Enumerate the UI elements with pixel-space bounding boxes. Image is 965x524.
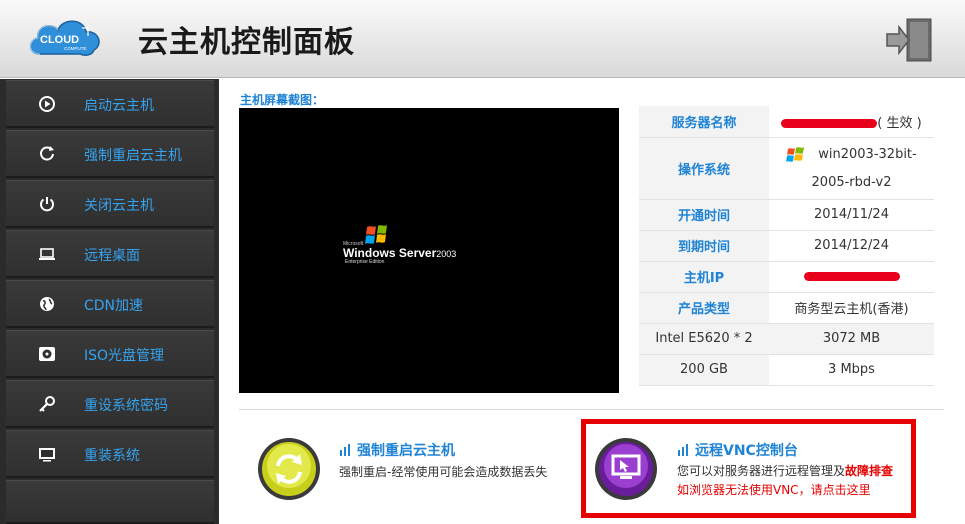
vnc-fallback-link[interactable]: 如浏览器无法使用VNC，请点击这里 — [677, 481, 871, 499]
sidebar-item-remote-desktop[interactable]: 远程桌面 — [6, 230, 214, 278]
server-info-table: 服务器名称 ( 生效 ) 操作系统 win2003-32bit- 2005-rb… — [639, 106, 934, 386]
bars-icon — [340, 444, 350, 456]
host-ip-value — [769, 261, 934, 293]
sidebar-item-shutdown[interactable]: 关闭云主机 — [6, 180, 214, 228]
page-title: 云主机控制面板 — [138, 25, 355, 60]
sidebar-item-label: 重装系统 — [84, 448, 140, 464]
server-name-value: ( 生效 ) — [769, 106, 934, 138]
table-row: 200 GB 3 Mbps — [639, 354, 934, 386]
host-screenshot: Microsoft Windows Server2003 Enterprise … — [239, 108, 619, 393]
redacted-server-name — [781, 118, 878, 128]
globe-icon — [40, 297, 54, 311]
header-bar: CLOUD COMPUTE 云主机控制面板 — [0, 0, 965, 78]
sidebar-item-start[interactable]: 启动云主机 — [6, 80, 214, 128]
bars-icon — [678, 444, 688, 456]
vnc-desc-text: 您可以对服务器进行远程管理及 — [677, 464, 846, 478]
open-time-value: 2014/11/24 — [769, 199, 934, 231]
windows-flag-icon — [365, 225, 387, 244]
table-row: 服务器名称 ( 生效 ) — [639, 106, 934, 138]
sidebar-item-label: 重设系统密码 — [84, 398, 168, 414]
key-icon — [39, 396, 55, 412]
os-value-line1: win2003-32bit- — [818, 147, 917, 162]
brand-main: Windows Server — [343, 246, 437, 260]
table-row: 开通时间 2014/11/24 — [639, 199, 934, 231]
disc-icon — [39, 347, 55, 361]
vnc-console-link[interactable]: 远程VNC控制台 — [677, 440, 798, 460]
table-row: 主机IP — [639, 261, 934, 293]
sidebar-item-label: 远程桌面 — [84, 248, 140, 264]
sidebar-item-cdn[interactable]: CDN加速 — [6, 280, 214, 328]
brand-windows-server: Windows Server2003 — [343, 246, 456, 260]
force-restart-title: 强制重启云主机 — [357, 443, 455, 459]
os-label: 操作系统 — [639, 137, 769, 200]
laptop-icon — [39, 248, 55, 260]
sidebar-item-empty — [6, 480, 214, 524]
cpu-value: Intel E5620 * 2 — [639, 323, 769, 355]
logo-subtext: COMPUTE — [64, 46, 87, 51]
expire-time-label: 到期时间 — [639, 230, 769, 262]
restart-icon — [40, 146, 54, 161]
vnc-console-icon[interactable] — [593, 436, 659, 502]
sidebar-item-label: 强制重启云主机 — [84, 148, 182, 164]
logo-text: CLOUD — [40, 34, 79, 46]
table-row: 到期时间 2014/12/24 — [639, 230, 934, 262]
product-type-label: 产品类型 — [639, 292, 769, 324]
sidebar: 启动云主机 强制重启云主机 关闭云主机 远程桌面 CDN加速 ISO光盘管理 重… — [0, 79, 219, 524]
play-icon — [39, 96, 55, 112]
table-row: Intel E5620 * 2 3072 MB — [639, 323, 934, 355]
section-divider — [239, 409, 944, 410]
troubleshoot-link[interactable]: 故障排查 — [845, 464, 893, 478]
brand-edition: Enterprise Edition — [345, 259, 385, 265]
sidebar-item-label: 关闭云主机 — [84, 198, 154, 214]
sidebar-item-force-restart[interactable]: 强制重启云主机 — [6, 130, 214, 178]
os-value-line2: 2005-rbd-v2 — [811, 175, 892, 190]
server-name-status: ( 生效 ) — [877, 115, 922, 131]
cloud-logo: CLOUD COMPUTE — [30, 20, 100, 56]
redacted-ip — [803, 272, 900, 281]
force-restart-link[interactable]: 强制重启云主机 — [339, 440, 455, 460]
disk-value: 200 GB — [639, 354, 769, 386]
sidebar-item-label: CDN加速 — [84, 298, 144, 314]
brand-version: 2003 — [436, 249, 457, 259]
vnc-console-desc: 您可以对服务器进行远程管理及故障排查 — [677, 462, 907, 480]
windows-os-icon — [786, 146, 805, 162]
force-restart-desc: 强制重启-经常使用可能会造成数据丢失 — [339, 465, 548, 479]
sidebar-item-label: 启动云主机 — [84, 98, 154, 114]
host-ip-label: 主机IP — [639, 261, 769, 293]
table-row: 操作系统 win2003-32bit- 2005-rbd-v2 — [639, 137, 934, 200]
sidebar-item-reset-password[interactable]: 重设系统密码 — [6, 380, 214, 428]
power-icon — [40, 197, 54, 212]
bandwidth-value: 3 Mbps — [769, 354, 934, 386]
sidebar-item-label: ISO光盘管理 — [84, 348, 165, 364]
monitor-icon — [39, 448, 55, 462]
os-value: win2003-32bit- 2005-rbd-v2 — [769, 137, 934, 200]
product-type-value: 商务型云主机(香港) — [769, 292, 934, 324]
ram-value: 3072 MB — [769, 323, 934, 355]
screenshot-label: 主机屏幕截图： — [240, 93, 325, 107]
exit-door-icon[interactable] — [885, 17, 933, 63]
sidebar-item-iso[interactable]: ISO光盘管理 — [6, 330, 214, 378]
expire-time-value: 2014/12/24 — [769, 230, 934, 262]
table-row: 产品类型 商务型云主机(香港) — [639, 292, 934, 324]
force-restart-icon[interactable] — [256, 436, 322, 502]
server-name-label: 服务器名称 — [639, 106, 769, 138]
open-time-label: 开通时间 — [639, 199, 769, 231]
vnc-console-title: 远程VNC控制台 — [695, 443, 798, 459]
sidebar-item-reinstall[interactable]: 重装系统 — [6, 430, 214, 478]
